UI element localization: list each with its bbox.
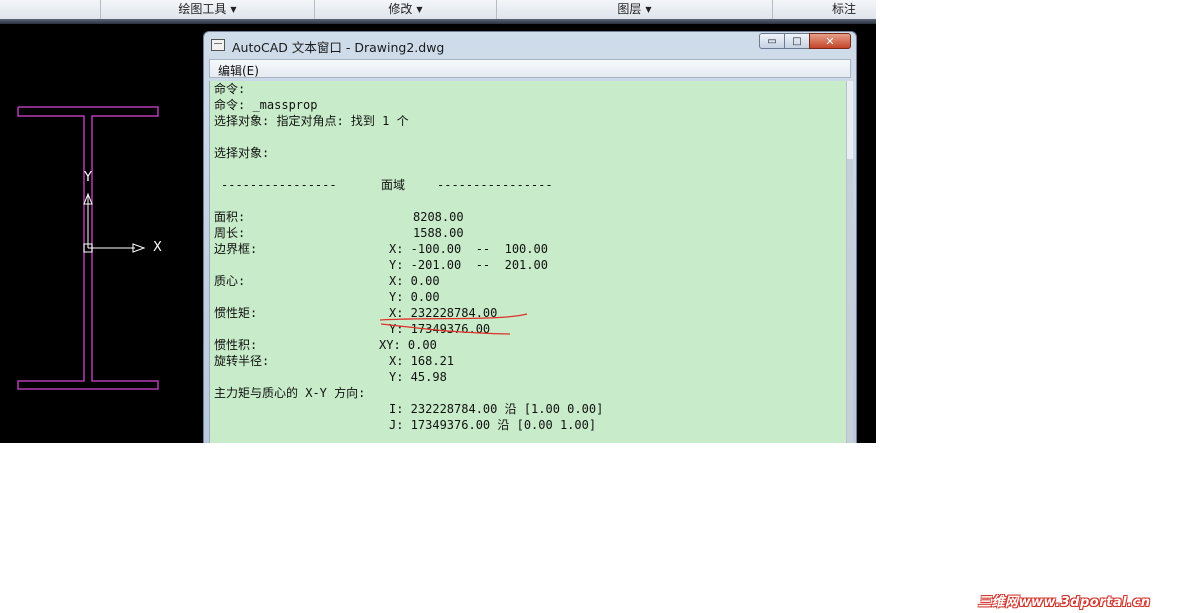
command-history[interactable]: 命令: 命令: _massprop 选择对象: 指定对角点: 找到 1 个 选择…: [209, 81, 846, 443]
poi-xy-value: XY: 0.00: [379, 338, 437, 352]
moi-y-value: Y: 17349376.00: [389, 322, 491, 336]
bbox-label: 边界框:: [214, 242, 258, 256]
ribbon-draw-tools-label: 绘图工具: [178, 2, 227, 16]
ribbon-modify-menu[interactable]: 修改 ▼: [314, 0, 496, 19]
output-select1: 选择对象: 指定对角点: 找到 1 个: [214, 114, 409, 128]
gyration-x-value: X: 168.21: [389, 354, 455, 368]
minimize-button[interactable]: ▭: [759, 33, 784, 49]
output-dashes-left: ----------------: [221, 178, 337, 192]
ucs-x-label: X: [153, 240, 162, 255]
bbox-y-value: Y: -201.00 -- 201.00: [389, 258, 548, 272]
ribbon-modify-label: 修改: [388, 2, 413, 16]
minimize-icon: ▭: [767, 35, 777, 47]
output-cmd2: 命令: _massprop: [214, 98, 318, 112]
chevron-down-icon: ▼: [230, 5, 237, 14]
maximize-button[interactable]: □: [784, 33, 809, 49]
ribbon-annotate-label: 标注: [831, 2, 856, 16]
centroid-label: 质心:: [214, 274, 246, 288]
window-title: AutoCAD 文本窗口 - Drawing2.dwg: [232, 40, 445, 55]
menu-bar: 编辑(E): [209, 59, 851, 78]
ucs-icon: [83, 192, 146, 253]
close-button[interactable]: ✕: [809, 33, 851, 49]
ribbon-layers-menu[interactable]: 图层 ▼: [496, 0, 772, 19]
watermark-logo: 三维网www.3dportal.cn: [978, 595, 1151, 610]
ribbon-tabs: 绘图工具 ▼ 修改 ▼ 图层 ▼ 标注: [0, 0, 876, 20]
bbox-x-value: X: -100.00 -- 100.00: [389, 242, 548, 256]
perimeter-value: 1588.00: [413, 226, 464, 240]
principal-i-value: I: 232228784.00 沿 [1.00 0.00]: [389, 402, 604, 416]
output-select2: 选择对象:: [214, 146, 270, 160]
vertical-scrollbar[interactable]: [846, 81, 853, 443]
output-section-title: 面域: [381, 178, 406, 192]
text-window: AutoCAD 文本窗口 - Drawing2.dwg ▭ □ ✕ 编辑(E) …: [203, 31, 857, 443]
maximize-icon: □: [792, 35, 802, 47]
perimeter-label: 周长:: [214, 226, 246, 240]
output-dashes-right: ----------------: [437, 178, 553, 192]
area-value: 8208.00: [413, 210, 464, 224]
centroid-x-value: X: 0.00: [389, 274, 440, 288]
window-controls: ▭ □ ✕: [759, 33, 851, 50]
ucs-y-label: Y: [84, 170, 92, 185]
close-icon: ✕: [825, 34, 835, 48]
chevron-down-icon: ▼: [645, 5, 652, 14]
window-app-icon: [211, 39, 225, 51]
principal-j-value: J: 17349376.00 沿 [0.00 1.00]: [389, 418, 597, 432]
gyration-y-value: Y: 45.98: [389, 370, 447, 384]
ribbon-annotate-menu[interactable]: 标注: [772, 0, 876, 19]
principal-label: 主力矩与质心的 X-Y 方向:: [214, 386, 366, 400]
ribbon-layers-label: 图层: [617, 2, 642, 16]
menu-edit[interactable]: 编辑(E): [218, 62, 259, 79]
moi-x-value: X: 232228784.00: [389, 306, 498, 320]
chevron-down-icon: ▼: [416, 5, 423, 14]
moi-label: 惯性矩:: [214, 306, 258, 320]
scrollbar-track[interactable]: [847, 159, 853, 443]
ribbon-draw-tools-menu[interactable]: 绘图工具 ▼: [100, 0, 314, 19]
gyration-label: 旋转半径:: [214, 354, 270, 368]
poi-label: 惯性积:: [214, 338, 258, 352]
output-cmd1: 命令:: [214, 82, 246, 96]
area-label: 面积:: [214, 210, 246, 224]
centroid-y-value: Y: 0.00: [389, 290, 440, 304]
